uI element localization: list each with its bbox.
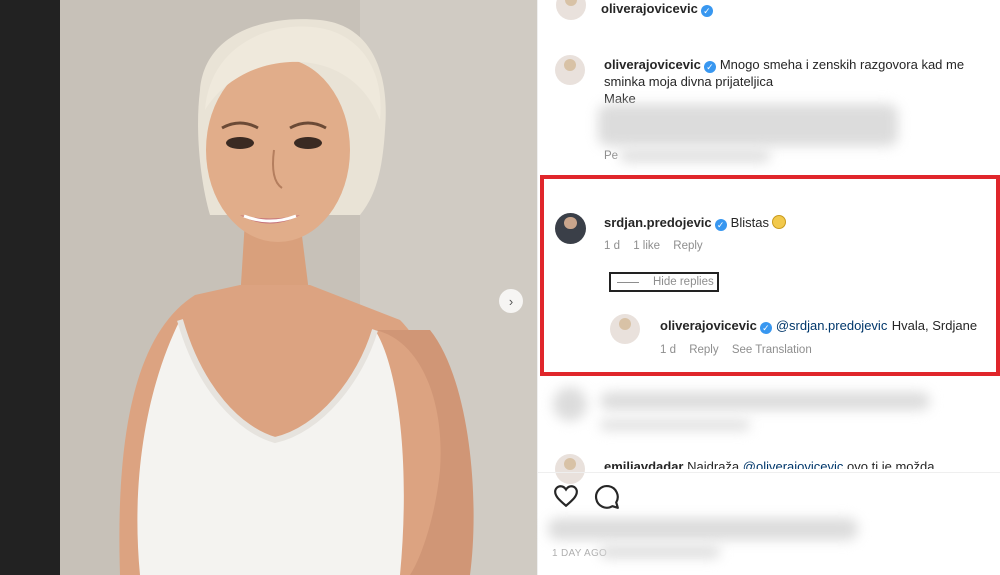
see-translation-button[interactable]: See Translation [732, 344, 812, 356]
hide-replies-button[interactable]: Hide replies [609, 272, 719, 292]
hide-replies-label: Hide replies [653, 276, 714, 288]
partial-comment-tail: ovo ti je možda [847, 459, 935, 469]
header-username[interactable]: oliverajovicevic [601, 1, 698, 16]
reply-text: Hvala, Srdjane [891, 318, 978, 333]
carousel-next-button[interactable]: › [499, 289, 523, 313]
blurred-caption [598, 104, 898, 146]
caption-partial-link[interactable]: Pe [604, 150, 618, 162]
caption-username[interactable]: oliverajovicevic [604, 57, 701, 72]
partial-comment-mention[interactable]: @oliverajovicevic [743, 459, 844, 469]
header-user: oliverajovicevic ✓ [601, 0, 717, 18]
blurred-comment-meta [600, 420, 750, 430]
comment-likes[interactable]: 1 like [633, 240, 660, 252]
reply-mention[interactable]: @srdjan.predojevic [776, 318, 887, 333]
blurred-caption-meta [620, 150, 770, 162]
blurred-comment [600, 392, 930, 410]
comment-avatar[interactable] [555, 213, 586, 244]
caption-text-line2: sminka moja divna prijateljica [604, 74, 774, 89]
comment-time: 1 d [604, 240, 620, 252]
photo-illustration [0, 0, 537, 575]
verified-icon: ✓ [759, 322, 772, 334]
caption-text-line1: Mnogo smeha i zenskih razgovora kad me [719, 57, 965, 72]
blurred-comment-avatar [553, 387, 587, 421]
comment: srdjan.predojevic ✓ Blistas [604, 214, 786, 232]
verified-icon: ✓ [703, 61, 716, 73]
comment-text: Blistas [730, 215, 769, 230]
caption-avatar[interactable] [555, 55, 585, 85]
reply-reply-button[interactable]: Reply [689, 344, 718, 356]
blurred-footer [600, 546, 720, 558]
comment-reply-button[interactable]: Reply [673, 240, 702, 252]
grinning-emoji-icon [771, 215, 786, 229]
reply: oliverajovicevic ✓ @srdjan.predojevic Hval… [660, 317, 977, 335]
caption: oliverajovicevic ✓ Mnogo smeha i zenskih r… [604, 56, 996, 107]
comment-bubble-icon[interactable] [594, 484, 620, 510]
reply-time: 1 d [660, 344, 676, 356]
comment-username[interactable]: srdjan.predojevic [604, 215, 712, 230]
verified-icon: ✓ [714, 219, 727, 231]
reply-avatar[interactable] [610, 314, 640, 344]
divider [537, 472, 1000, 473]
blurred-likes [548, 518, 858, 540]
partial-comment-avatar[interactable] [555, 454, 585, 484]
dash-line [617, 281, 639, 283]
like-heart-icon[interactable] [553, 484, 579, 508]
comment-meta: 1 d 1 like Reply [604, 240, 713, 252]
post-photo: › [0, 0, 537, 575]
reply-meta: 1 d Reply See Translation [660, 344, 822, 356]
partial-comment: emiliavdadar Najdraža @oliverajovicevic … [604, 459, 994, 469]
reply-username[interactable]: oliverajovicevic [660, 318, 757, 333]
post-time: 1 DAY AGO [552, 548, 608, 559]
partial-comment-username[interactable]: emiliavdadar [604, 459, 684, 469]
verified-icon: ✓ [700, 5, 713, 17]
partial-comment-text: Najdraža [687, 459, 740, 469]
